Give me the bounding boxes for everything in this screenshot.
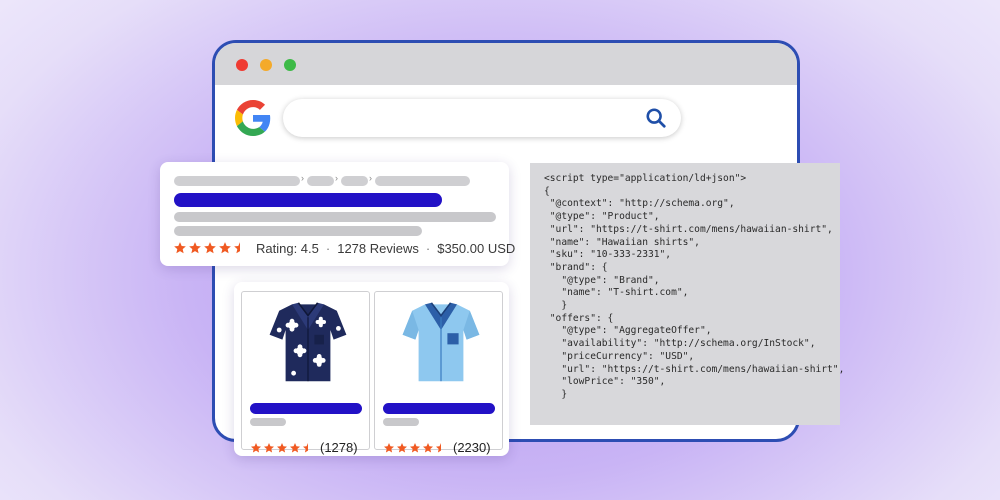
- search-result-card[interactable]: › › › Rating: 4.5 · 1278 Reviews · $350.…: [160, 162, 515, 266]
- star-rating: [250, 442, 315, 454]
- price-text: $350.00 USD: [437, 240, 516, 256]
- result-rating-row: Rating: 4.5 · 1278 Reviews · $350.00 USD: [173, 239, 515, 257]
- product-rating: (2230): [383, 440, 491, 455]
- product-rating-count: (1278): [320, 440, 358, 455]
- star-full-icon: [410, 442, 420, 452]
- breadcrumb-placeholder: [375, 176, 470, 186]
- star-rating: [383, 442, 448, 454]
- star-full-icon: [277, 442, 287, 452]
- browser-titlebar: [215, 43, 797, 85]
- code-line: "name": "Hawaiian shirts",: [544, 236, 700, 248]
- rating-text: Rating: 4.5: [256, 240, 319, 256]
- breadcrumb-chevron-icon: ›: [301, 173, 304, 183]
- code-line: "@type": "Brand",: [544, 274, 660, 286]
- code-line: "name": "T-shirt.com",: [544, 287, 689, 299]
- breadcrumb-chevron-icon: ›: [335, 173, 338, 183]
- reviews-count: 1278 Reviews: [337, 240, 419, 256]
- code-line: "sku": "10-333-2331",: [544, 249, 672, 261]
- product-carousel: (1278) (2230): [234, 282, 509, 456]
- star-full-icon: [251, 442, 261, 452]
- code-line: "priceCurrency": "USD",: [544, 350, 695, 362]
- product-title-link[interactable]: [250, 403, 362, 414]
- result-snippet-line: [174, 212, 496, 222]
- product-detail-line: [383, 418, 419, 426]
- code-line: }: [544, 300, 568, 312]
- separator: ·: [425, 240, 431, 256]
- star-full-icon: [174, 242, 186, 254]
- product-rating-count: (2230): [453, 440, 491, 455]
- breadcrumb-chevron-icon: ›: [369, 173, 372, 183]
- code-line: "lowPrice": "350",: [544, 376, 666, 388]
- star-full-icon: [423, 442, 433, 452]
- star-rating: [173, 241, 248, 255]
- hawaiian-shirt-image: [269, 302, 347, 382]
- product-card[interactable]: (2230): [374, 291, 503, 455]
- star-full-icon: [189, 242, 201, 254]
- star-full-icon: [204, 242, 216, 254]
- separator: ·: [325, 240, 331, 256]
- star-half-icon: [303, 442, 308, 452]
- code-line: "@context": "http://schema.org",: [544, 198, 735, 210]
- magnifier-icon[interactable]: [645, 107, 667, 129]
- product-detail-line: [250, 418, 286, 426]
- breadcrumb-placeholder: [307, 176, 334, 186]
- code-line: "brand": {: [544, 261, 608, 273]
- minimize-window-button[interactable]: [260, 59, 272, 71]
- star-full-icon: [290, 442, 300, 452]
- star-half-icon: [436, 442, 441, 452]
- code-line: "@type": "Product",: [544, 211, 660, 223]
- product-title-link[interactable]: [383, 403, 495, 414]
- code-line: }: [544, 388, 568, 400]
- maximize-window-button[interactable]: [284, 59, 296, 71]
- breadcrumb-placeholder: [341, 176, 368, 186]
- product-rating: (1278): [250, 440, 358, 455]
- code-line: <script type="application/ld+json">: [544, 173, 747, 184]
- star-half-icon: [234, 242, 240, 254]
- result-title-link[interactable]: [174, 193, 442, 207]
- code-line: "availability": "http://schema.org/InSto…: [544, 338, 816, 350]
- breadcrumb-placeholder: [174, 176, 300, 186]
- close-window-button[interactable]: [236, 59, 248, 71]
- code-line: "url": "https://t-shirt.com/mens/hawaiia…: [544, 363, 845, 375]
- code-line: {: [544, 185, 550, 197]
- star-full-icon: [397, 442, 407, 452]
- star-full-icon: [219, 242, 231, 254]
- star-full-icon: [384, 442, 394, 452]
- result-snippet-line: [174, 226, 422, 236]
- google-g-icon: [235, 100, 271, 136]
- code-line: "@type": "AggregateOffer",: [544, 325, 712, 337]
- product-card[interactable]: (1278): [241, 291, 370, 455]
- code-line: "offers": {: [544, 312, 614, 324]
- search-input[interactable]: [283, 99, 681, 137]
- code-line: "url": "https://t-shirt.com/mens/hawaiia…: [544, 223, 833, 235]
- star-full-icon: [264, 442, 274, 452]
- json-ld-code-panel: <script type="application/ld+json">{ "@c…: [530, 163, 845, 425]
- shirt-image: [402, 302, 480, 382]
